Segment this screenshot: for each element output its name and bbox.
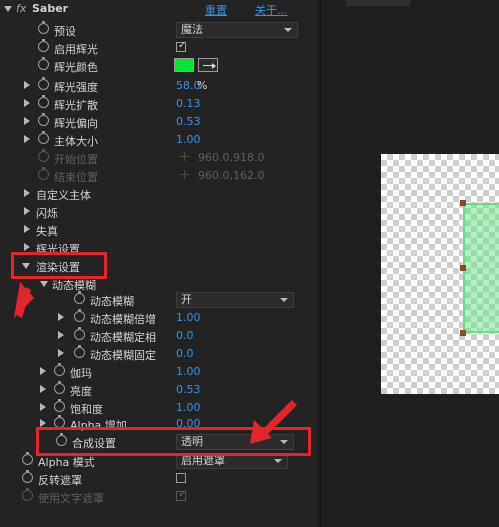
effect-controls-panel: fx Saber 重置 关于... 预设 魔法 启用辉光 ✓ 辉光颜色 辉光强度… <box>0 0 318 527</box>
annotation-arrows <box>14 282 297 444</box>
arrow-head-icon <box>14 282 34 318</box>
layer-handle[interactable] <box>460 265 466 271</box>
composition-viewer[interactable] <box>322 0 499 527</box>
arrow-down-icon <box>262 400 297 435</box>
viewer-tab[interactable] <box>346 0 410 6</box>
layer-handle[interactable] <box>460 330 466 336</box>
layer-handle[interactable] <box>460 200 466 206</box>
saber-glow-preview <box>463 203 499 333</box>
